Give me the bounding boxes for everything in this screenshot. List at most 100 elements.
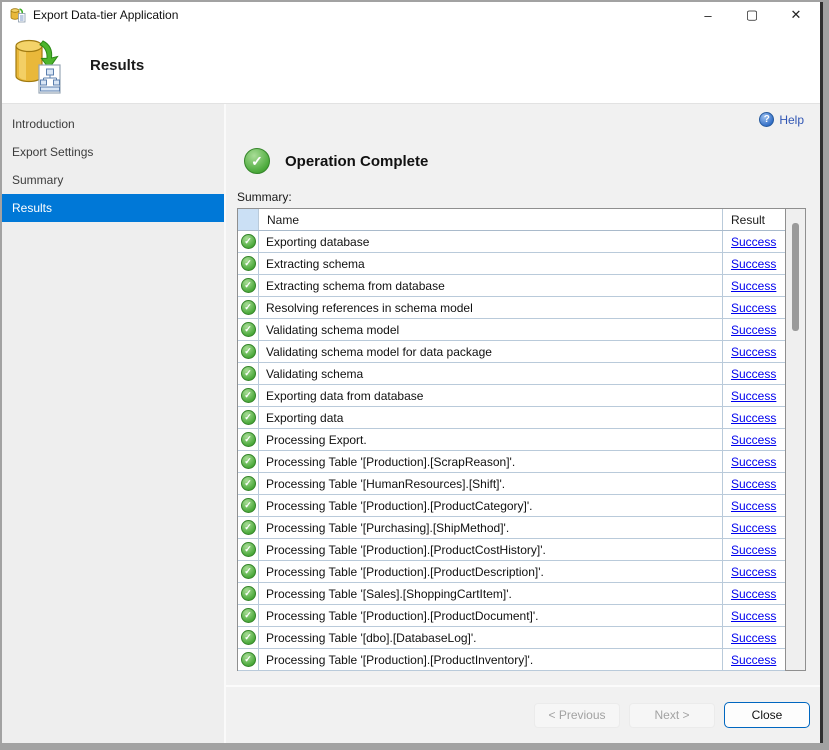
row-status-cell: ✓: [238, 341, 259, 362]
success-link[interactable]: Success: [731, 587, 776, 601]
sidebar-item-introduction[interactable]: Introduction: [2, 110, 224, 138]
table-row[interactable]: ✓Processing Table '[HumanResources].[Shi…: [238, 473, 785, 495]
success-link[interactable]: Success: [731, 477, 776, 491]
table-row[interactable]: ✓Processing Export.Success: [238, 429, 785, 451]
row-name: Processing Export.: [259, 429, 723, 450]
row-name: Processing Table '[Production].[ProductI…: [259, 649, 723, 670]
close-button[interactable]: Close: [724, 702, 810, 728]
table-row[interactable]: ✓Extracting schema Success: [238, 253, 785, 275]
success-link[interactable]: Success: [731, 433, 776, 447]
row-result-cell: Success: [723, 297, 785, 318]
success-link[interactable]: Success: [731, 411, 776, 425]
help-link[interactable]: ? Help: [759, 112, 804, 127]
row-name: Processing Table '[HumanResources].[Shif…: [259, 473, 723, 494]
row-name: Validating schema model for data package: [259, 341, 723, 362]
row-result-cell: Success: [723, 363, 785, 384]
table-row[interactable]: ✓Processing Table '[Production].[ScrapRe…: [238, 451, 785, 473]
table-row[interactable]: ✓Exporting data from database Success: [238, 385, 785, 407]
row-status-cell: ✓: [238, 539, 259, 560]
minimize-button[interactable]: –: [686, 2, 730, 28]
success-icon: ✓: [241, 652, 256, 667]
wizard-steps-sidebar: Introduction Export Settings Summary Res…: [2, 104, 226, 743]
row-status-cell: ✓: [238, 363, 259, 384]
success-link[interactable]: Success: [731, 521, 776, 535]
row-name: Validating schema model: [259, 319, 723, 340]
row-status-cell: ✓: [238, 649, 259, 670]
row-status-cell: ✓: [238, 407, 259, 428]
row-status-cell: ✓: [238, 561, 259, 582]
success-link[interactable]: Success: [731, 499, 776, 513]
previous-button[interactable]: < Previous: [534, 703, 620, 728]
window-controls: – ▢ ✕: [686, 2, 820, 28]
success-link[interactable]: Success: [731, 301, 776, 315]
wizard-footer: < Previous Next > Close: [226, 685, 820, 743]
title-bar[interactable]: Export Data-tier Application – ▢ ✕: [2, 2, 820, 28]
table-row[interactable]: ✓Validating schema model Success: [238, 319, 785, 341]
row-name: Exporting data from database: [259, 385, 723, 406]
success-link[interactable]: Success: [731, 389, 776, 403]
sidebar-item-export-settings[interactable]: Export Settings: [2, 138, 224, 166]
success-link[interactable]: Success: [731, 631, 776, 645]
success-icon: ✓: [241, 476, 256, 491]
row-status-cell: ✓: [238, 385, 259, 406]
row-result-cell: Success: [723, 231, 785, 252]
row-status-cell: ✓: [238, 451, 259, 472]
row-result-cell: Success: [723, 407, 785, 428]
success-link[interactable]: Success: [731, 565, 776, 579]
table-row[interactable]: ✓Processing Table '[Production].[Product…: [238, 561, 785, 583]
success-link[interactable]: Success: [731, 543, 776, 557]
row-name: Extracting schema: [259, 253, 723, 274]
operation-complete-icon: ✓: [244, 148, 270, 174]
success-icon: ✓: [241, 234, 256, 249]
success-link[interactable]: Success: [731, 235, 776, 249]
success-link[interactable]: Success: [731, 279, 776, 293]
success-link[interactable]: Success: [731, 323, 776, 337]
row-name: Exporting database: [259, 231, 723, 252]
close-window-button[interactable]: ✕: [774, 2, 818, 28]
success-icon: ✓: [241, 454, 256, 469]
table-row[interactable]: ✓Processing Table '[Purchasing].[ShipMet…: [238, 517, 785, 539]
row-status-cell: ✓: [238, 627, 259, 648]
result-column-header[interactable]: Result: [723, 209, 785, 230]
row-name: Processing Table '[Production].[ProductC…: [259, 539, 723, 560]
success-icon: ✓: [241, 542, 256, 557]
sidebar-item-summary[interactable]: Summary: [2, 166, 224, 194]
table-row[interactable]: ✓Validating schemaSuccess: [238, 363, 785, 385]
table-row[interactable]: ✓Processing Table '[Production].[Product…: [238, 495, 785, 517]
table-row[interactable]: ✓Resolving references in schema modelSuc…: [238, 297, 785, 319]
table-row[interactable]: ✓Extracting schema from databaseSuccess: [238, 275, 785, 297]
success-link[interactable]: Success: [731, 345, 776, 359]
row-result-cell: Success: [723, 275, 785, 296]
table-row[interactable]: ✓Processing Table '[dbo].[DatabaseLog]'.…: [238, 627, 785, 649]
success-icon: ✓: [241, 322, 256, 337]
table-row[interactable]: ✓Exporting dataSuccess: [238, 407, 785, 429]
maximize-button[interactable]: ▢: [730, 2, 774, 28]
success-link[interactable]: Success: [731, 367, 776, 381]
table-row[interactable]: ✓Processing Table '[Production].[Product…: [238, 605, 785, 627]
vertical-scrollbar[interactable]: [785, 209, 805, 670]
success-icon: ✓: [241, 366, 256, 381]
success-link[interactable]: Success: [731, 609, 776, 623]
success-icon: ✓: [241, 520, 256, 535]
row-result-cell: Success: [723, 429, 785, 450]
row-name: Processing Table '[Purchasing].[ShipMeth…: [259, 517, 723, 538]
row-status-cell: ✓: [238, 473, 259, 494]
success-link[interactable]: Success: [731, 257, 776, 271]
table-row[interactable]: ✓Validating schema model for data packag…: [238, 341, 785, 363]
name-column-header[interactable]: Name: [259, 209, 723, 230]
sidebar-item-results[interactable]: Results: [2, 194, 224, 222]
table-row[interactable]: ✓Processing Table '[Production].[Product…: [238, 539, 785, 561]
success-icon: ✓: [241, 608, 256, 623]
row-status-cell: ✓: [238, 253, 259, 274]
success-link[interactable]: Success: [731, 455, 776, 469]
scrollbar-thumb[interactable]: [792, 223, 799, 331]
table-row[interactable]: ✓Exporting database Success: [238, 231, 785, 253]
operation-status: ✓ Operation Complete: [244, 148, 428, 174]
table-row[interactable]: ✓Processing Table '[Sales].[ShoppingCart…: [238, 583, 785, 605]
results-table-body: ✓Exporting databaseSuccess✓Extracting sc…: [238, 231, 785, 671]
table-row[interactable]: ✓Processing Table '[Production].[Product…: [238, 649, 785, 671]
row-result-cell: Success: [723, 385, 785, 406]
row-indicator-column-header[interactable]: [238, 209, 259, 230]
success-link[interactable]: Success: [731, 653, 776, 667]
next-button[interactable]: Next >: [629, 703, 715, 728]
